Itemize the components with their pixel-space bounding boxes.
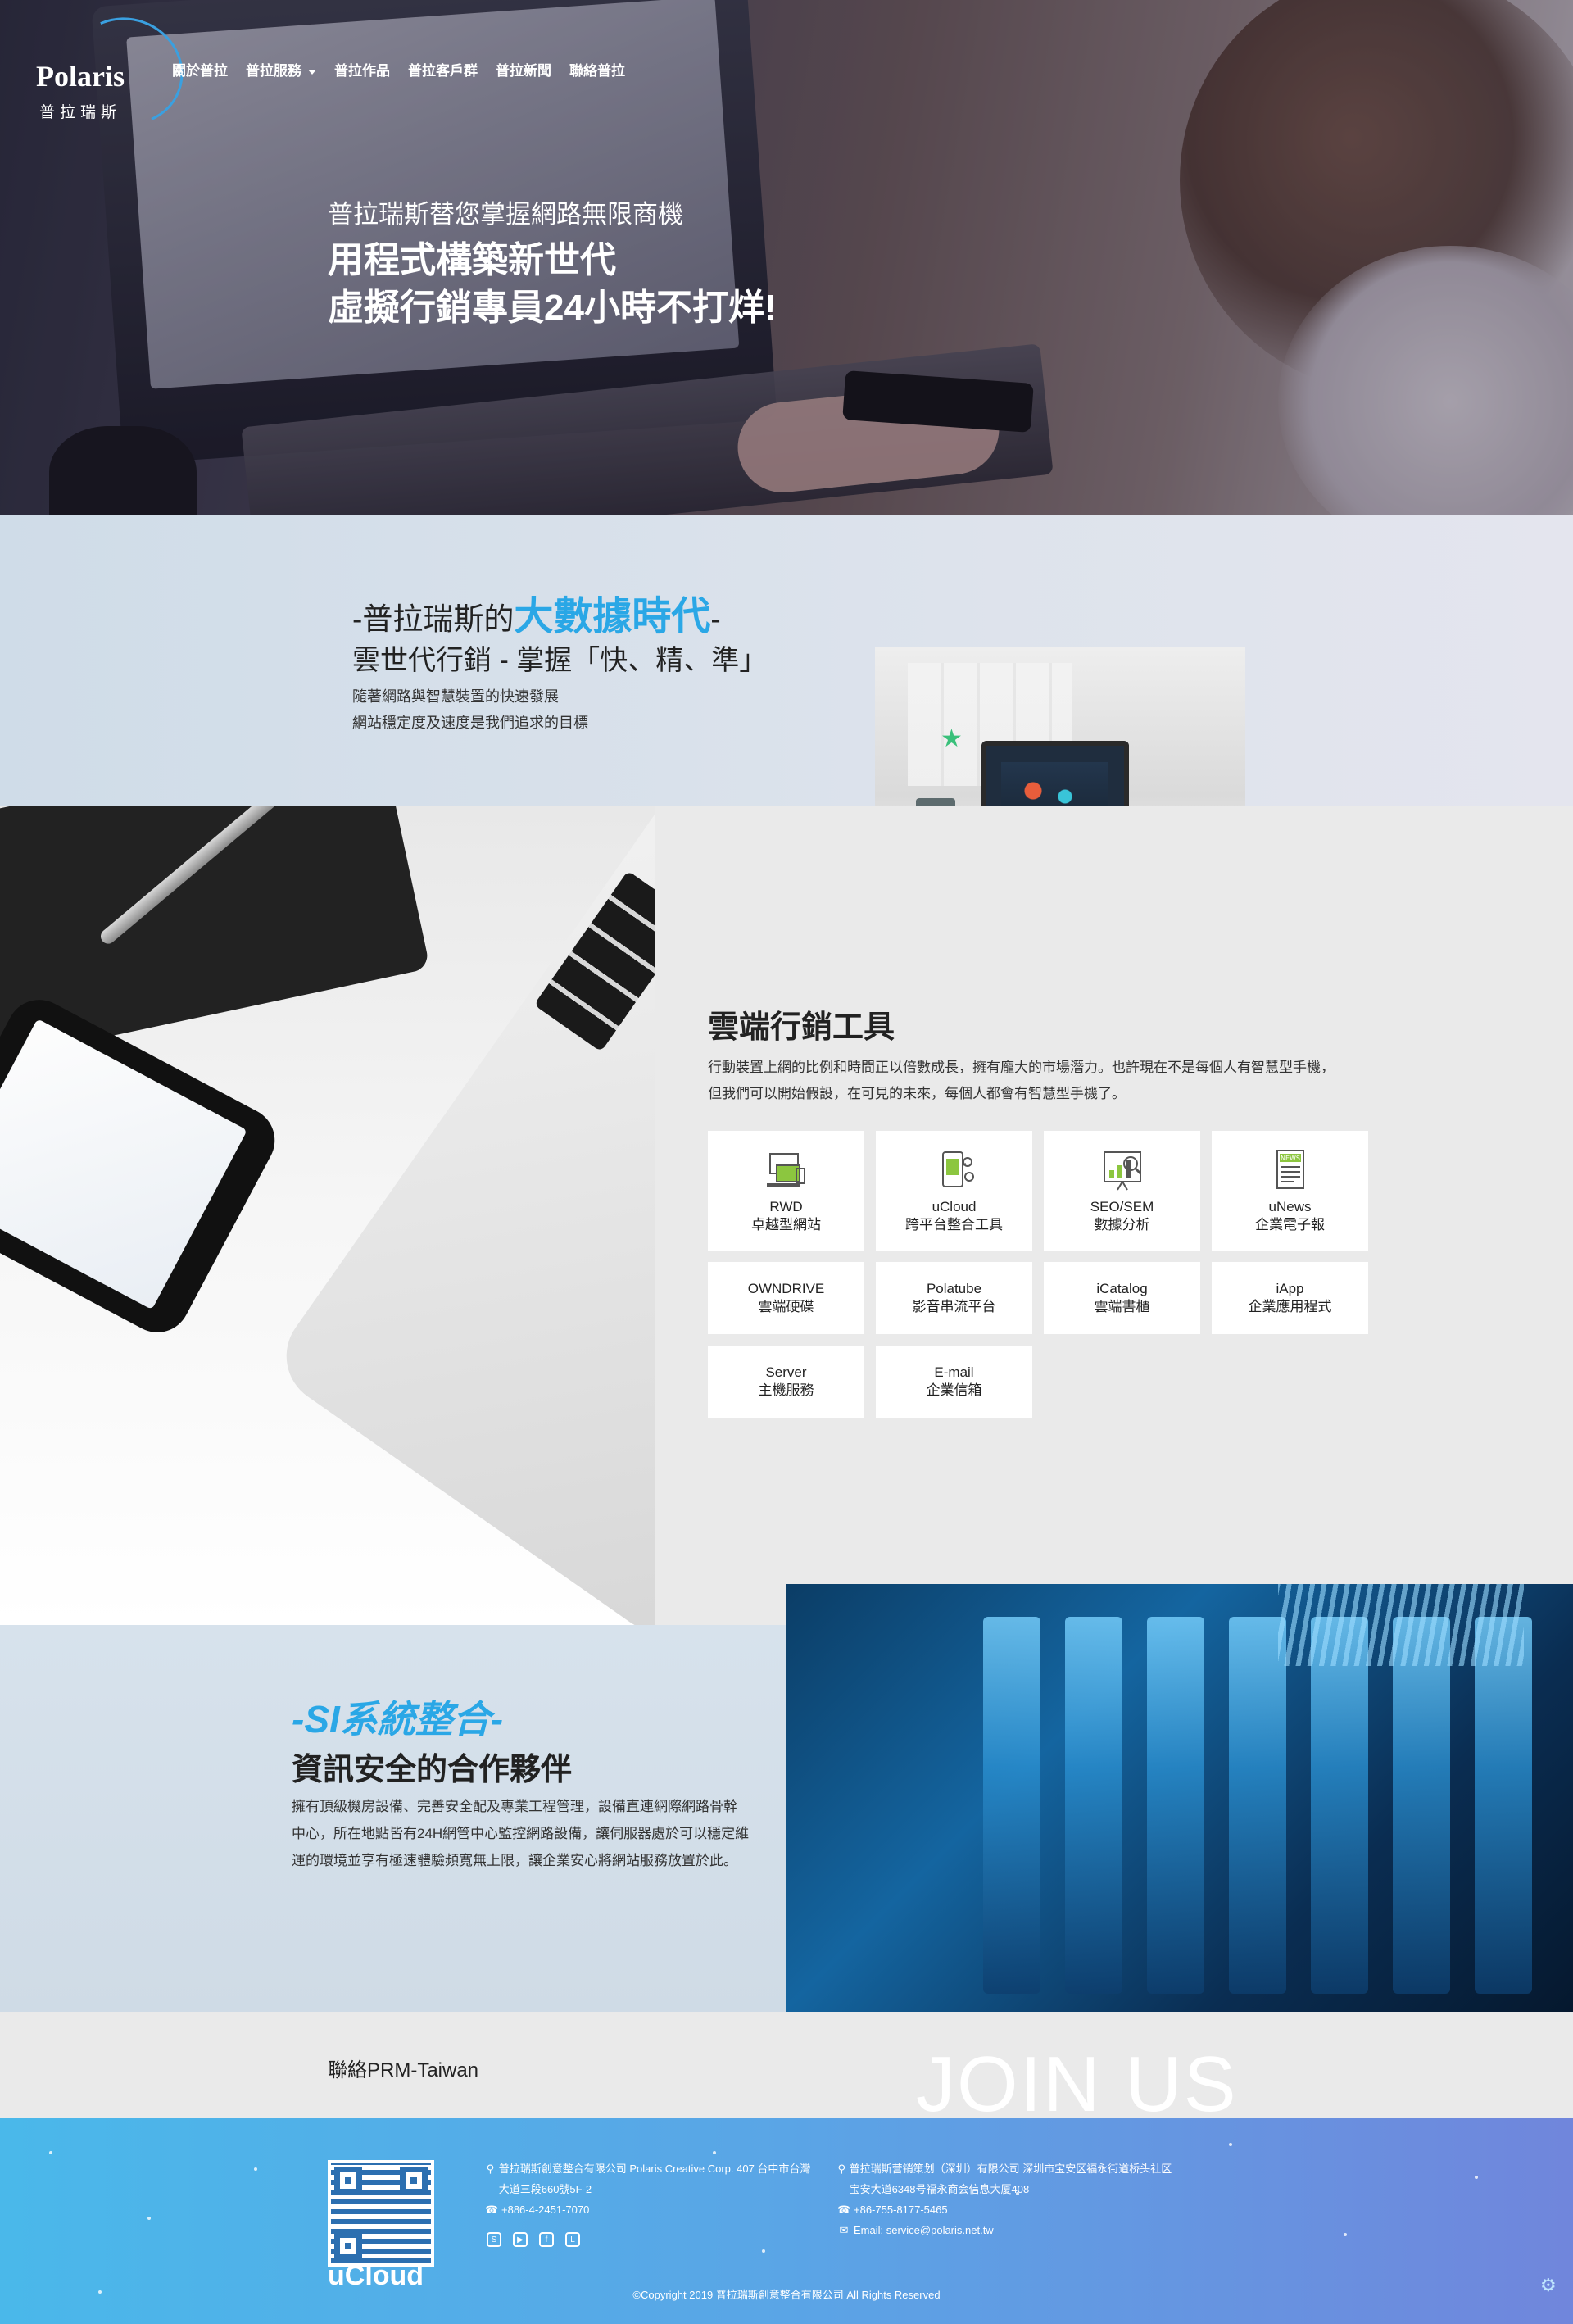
tile-email-title: E-mail bbox=[934, 1364, 974, 1380]
bigdata-subtitle: 雲世代行銷 - 掌握「快、精、準」 bbox=[352, 645, 768, 676]
bigdata-desc-2: 網站穩定度及速度是我們追求的目標 bbox=[352, 715, 588, 731]
envelope-icon: ✉ bbox=[839, 2224, 849, 2236]
tile-rwd-title: RWD bbox=[769, 1199, 803, 1214]
tile-unews-subtitle: 企業電子報 bbox=[1255, 1217, 1325, 1232]
logo-subname: 普拉瑞斯 bbox=[39, 104, 122, 121]
tile-server-subtitle: 主機服務 bbox=[758, 1382, 814, 1398]
tile-polatube-title: Polatube bbox=[926, 1281, 982, 1296]
facebook-icon[interactable]: f bbox=[539, 2232, 554, 2247]
tile-owndrive-title: OWNDRIVE bbox=[747, 1281, 825, 1296]
tile-seo-subtitle: 數據分析 bbox=[1094, 1217, 1150, 1232]
social-links: S ▶ f L bbox=[487, 2232, 580, 2247]
nav-item-works[interactable]: 普拉作品 bbox=[334, 59, 390, 79]
polaris-logo[interactable]: Polaris 普拉瑞斯 bbox=[36, 1, 199, 142]
cloud-devices-photo bbox=[0, 806, 655, 1625]
taiwan-address: 普拉瑞斯創意整合有限公司 Polaris Creative Corp. 407 … bbox=[498, 2163, 811, 2195]
server-rack-photo bbox=[786, 1584, 1573, 2012]
line-icon[interactable]: L bbox=[565, 2232, 580, 2247]
hero-line-2: 用程式構築新世代 bbox=[328, 240, 616, 280]
contact-strip bbox=[0, 2012, 1573, 2118]
tile-server[interactable]: Server 主機服務 bbox=[708, 1346, 864, 1418]
phone-icon: ☎ bbox=[837, 2204, 851, 2216]
tile-server-title: Server bbox=[765, 1364, 807, 1380]
tile-icatalog[interactable]: iCatalog 雲端書櫃 bbox=[1044, 1262, 1200, 1334]
nav-item-clients[interactable]: 普拉客戶群 bbox=[408, 59, 478, 79]
taiwan-phone[interactable]: +886-4-2451-7070 bbox=[501, 2199, 589, 2220]
phone-icon: ☎ bbox=[485, 2204, 499, 2216]
tile-icatalog-subtitle: 雲端書櫃 bbox=[1094, 1299, 1150, 1314]
bigdata-desc-1: 隨著網路與智慧裝置的快速發展 bbox=[352, 688, 559, 705]
nav-item-about[interactable]: 關於普拉 bbox=[172, 59, 228, 79]
main-nav: 關於普拉 普拉服務 普拉作品 普拉客戶群 普拉新聞 聯絡普拉 bbox=[172, 59, 625, 79]
map-marker-icon: ⚲ bbox=[837, 2163, 846, 2175]
newsletter-icon: NEWS bbox=[1276, 1150, 1304, 1189]
nav-item-services-label: 普拉服務 bbox=[246, 63, 301, 79]
map-marker-icon: ⚲ bbox=[486, 2163, 495, 2175]
contact-label[interactable]: 聯絡PRM-Taiwan bbox=[328, 2054, 478, 2082]
hero-headline: 普拉瑞斯替您掌握網路無限商機 用程式構築新世代 虛擬行銷專員24小時不打烊! bbox=[328, 193, 777, 332]
cloud-desc-2: 但我們可以開始假設，在可見的未來，每個人都會有智慧型手機了。 bbox=[708, 1086, 1126, 1101]
skype-icon[interactable]: S bbox=[487, 2232, 501, 2247]
join-us-heading: JOIN US bbox=[916, 2042, 1238, 2119]
tile-owndrive-subtitle: 雲端硬碟 bbox=[758, 1299, 814, 1314]
tile-seo-title: SEO/SEM bbox=[1090, 1199, 1154, 1214]
tile-rwd-subtitle: 卓越型網站 bbox=[751, 1217, 821, 1232]
star-icon: ★ bbox=[941, 725, 963, 752]
bigdata-title-highlight: 大數據時代 bbox=[514, 595, 711, 638]
tile-ucloud-title: uCloud bbox=[932, 1199, 977, 1214]
copyright: ©Copyright 2019 普拉瑞斯創意整合有限公司 All Rights … bbox=[632, 2289, 941, 2301]
cloud-tools-grid: RWD 卓越型網站 uCloud 跨平台整合工具 SEO/SEM 數據分析 NE… bbox=[708, 1131, 1370, 1418]
bigdata-title-prefix: -普拉瑞斯的 bbox=[352, 602, 515, 636]
tile-unews-title: uNews bbox=[1268, 1199, 1312, 1214]
cloud-desc-1: 行動裝置上網的比例和時間正以倍數成長，擁有龐大的市場潛力。也許現在不是每個人有智… bbox=[708, 1060, 1335, 1075]
si-subtitle: 資訊安全的合作夥伴 bbox=[292, 1753, 573, 1787]
tile-iapp[interactable]: iApp 企業應用程式 bbox=[1212, 1262, 1368, 1334]
si-description: 擁有頂級機房設備、完善安全配及專業工程管理，設備直連網際網路骨幹中心，所在地點皆… bbox=[292, 1799, 750, 1868]
hero-line-3: 虛擬行銷專員24小時不打烊! bbox=[328, 288, 777, 328]
tile-seo-sem[interactable]: SEO/SEM 數據分析 bbox=[1044, 1131, 1200, 1251]
svg-text:NEWS: NEWS bbox=[1280, 1155, 1299, 1162]
tile-iapp-subtitle: 企業應用程式 bbox=[1248, 1299, 1332, 1314]
caret-down-icon bbox=[308, 69, 316, 75]
tile-ucloud-subtitle: 跨平台整合工具 bbox=[905, 1217, 1003, 1232]
nav-item-news[interactable]: 普拉新聞 bbox=[496, 59, 551, 79]
tile-owndrive[interactable]: OWNDRIVE 雲端硬碟 bbox=[708, 1262, 864, 1334]
china-phone[interactable]: +86-755-8177-5465 bbox=[854, 2199, 948, 2220]
bigdata-section bbox=[0, 515, 1573, 806]
youtube-icon[interactable]: ▶ bbox=[513, 2232, 528, 2247]
china-address: 普拉瑞斯营销策划（深圳）有限公司 深圳市宝安区福永街道桥头社区宝安大道6348号… bbox=[849, 2163, 1172, 2195]
email-link[interactable]: Email: service@polaris.net.tw bbox=[854, 2220, 994, 2240]
tile-unews[interactable]: NEWS uNews 企業電子報 bbox=[1212, 1131, 1368, 1251]
bigdata-title-suffix: - bbox=[710, 602, 721, 636]
logo-name: Polaris bbox=[36, 60, 125, 93]
si-title: -SI系統整合- bbox=[292, 1698, 504, 1741]
nav-item-services[interactable]: 普拉服務 bbox=[246, 59, 316, 79]
footer-taiwan-contact: ⚲ 普拉瑞斯創意整合有限公司 Polaris Creative Corp. 407… bbox=[485, 2158, 821, 2220]
responsive-devices-icon bbox=[766, 1153, 805, 1187]
cloud-phone-icon bbox=[941, 1151, 974, 1187]
hero-banner: Polaris 普拉瑞斯 關於普拉 普拉服務 普拉作品 普拉客戶群 普拉新聞 聯… bbox=[0, 0, 1573, 515]
tile-ucloud[interactable]: uCloud 跨平台整合工具 bbox=[876, 1131, 1032, 1251]
nav-item-contact[interactable]: 聯絡普拉 bbox=[569, 59, 625, 79]
cloud-title: 雲端行銷工具 bbox=[708, 1010, 895, 1045]
tile-icatalog-title: iCatalog bbox=[1096, 1281, 1148, 1296]
tile-polatube-subtitle: 影音串流平台 bbox=[912, 1299, 996, 1314]
tile-email-subtitle: 企業信箱 bbox=[926, 1382, 982, 1398]
bigdata-title: -普拉瑞斯的大數據時代- bbox=[352, 583, 721, 641]
footer-china-contact: ⚲ 普拉瑞斯营销策划（深圳）有限公司 深圳市宝安区福永街道桥头社区宝安大道6348… bbox=[837, 2158, 1181, 2240]
hero-line-1: 普拉瑞斯替您掌握網路無限商機 bbox=[328, 200, 683, 229]
tile-iapp-title: iApp bbox=[1276, 1281, 1304, 1296]
ucloud-qr-code[interactable] bbox=[328, 2160, 434, 2267]
tile-email[interactable]: E-mail 企業信箱 bbox=[876, 1346, 1032, 1418]
tile-rwd[interactable]: RWD 卓越型網站 bbox=[708, 1131, 864, 1251]
tile-polatube[interactable]: Polatube 影音串流平台 bbox=[876, 1262, 1032, 1334]
gear-icon[interactable]: ⚙ bbox=[1540, 2275, 1557, 2296]
chart-search-icon bbox=[1103, 1151, 1141, 1191]
